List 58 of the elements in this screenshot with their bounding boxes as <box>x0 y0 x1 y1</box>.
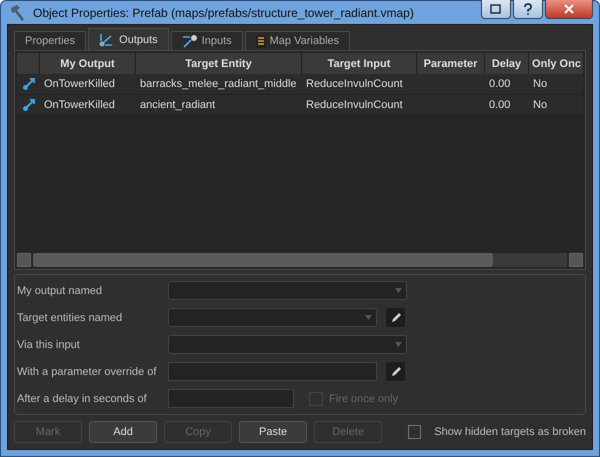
dropdown-arrow-icon <box>395 288 402 293</box>
dropdown-field[interactable] <box>168 308 377 327</box>
table-cell: No <box>529 74 583 95</box>
hammer-icon <box>9 4 27 22</box>
action-button[interactable]: Add <box>89 421 158 443</box>
checkbox-label: Show hidden targets as broken <box>434 426 586 438</box>
column-header[interactable]: Delay <box>485 53 529 74</box>
dropdown-arrow-icon <box>365 315 372 320</box>
picker-button[interactable] <box>386 308 405 327</box>
field-label: With a parameter override of <box>17 366 158 378</box>
table-cell: OnTowerKilled <box>40 74 136 95</box>
field-label: My output named <box>17 284 103 296</box>
table-cell: ReduceInvulnCount <box>302 95 417 116</box>
action-button[interactable]: Paste <box>239 421 308 443</box>
tab-label: Inputs <box>202 35 232 47</box>
tab[interactable]: Outputs <box>88 28 169 50</box>
tab-label: Map Variables <box>270 35 340 47</box>
pencil-icon <box>390 366 402 378</box>
column-header[interactable]: Target Input <box>302 53 417 74</box>
input-field[interactable] <box>168 362 377 381</box>
dropdown-field[interactable] <box>168 335 407 354</box>
field-label: Via this input <box>17 338 81 350</box>
connection-icon <box>22 98 36 112</box>
table-cell: barracks_melee_radiant_middle <box>136 74 302 95</box>
inputs-icon <box>182 34 198 48</box>
tab-label: Outputs <box>119 34 158 46</box>
column-header[interactable]: Target Entity <box>136 53 302 74</box>
column-header[interactable]: Parameter <box>417 53 485 74</box>
field-label: After a delay in seconds of <box>17 392 148 404</box>
dropdown-arrow-icon <box>395 342 402 347</box>
tab[interactable]: Properties <box>14 31 86 50</box>
connection-icon <box>22 77 36 91</box>
dropdown-field[interactable] <box>168 281 407 300</box>
field-label: Target entities named <box>17 312 124 324</box>
table-cell: ReduceInvulnCount <box>302 74 417 95</box>
picker-button[interactable] <box>386 362 405 381</box>
table-cell: No <box>529 95 583 116</box>
window-icon <box>490 4 502 14</box>
help-button[interactable] <box>513 0 543 18</box>
table-cell: 0.00 <box>485 95 529 116</box>
help-icon <box>523 2 533 14</box>
horizontal-scrollbar[interactable] <box>17 253 583 267</box>
tab-label: Properties <box>25 35 76 47</box>
table-cell: ancient_radiant <box>136 95 302 116</box>
restore-button[interactable] <box>481 0 511 18</box>
table-cell: 0.00 <box>485 74 529 95</box>
checkbox[interactable] <box>408 425 422 439</box>
table-cell: OnTowerKilled <box>40 95 136 116</box>
tab[interactable]: Inputs <box>170 31 243 50</box>
tab[interactable]: Map Variables <box>244 31 350 50</box>
close-button[interactable] <box>545 0 593 18</box>
close-icon <box>563 4 575 14</box>
column-header[interactable]: My Output <box>40 53 136 74</box>
window-title: Object Properties: Prefab (maps/prefabs/structure_tower_radiant.vmap) <box>33 6 415 20</box>
list-icon <box>256 34 266 48</box>
pencil-icon <box>390 312 402 324</box>
column-header[interactable]: Only Onc <box>529 53 583 74</box>
input-field[interactable] <box>168 389 294 408</box>
